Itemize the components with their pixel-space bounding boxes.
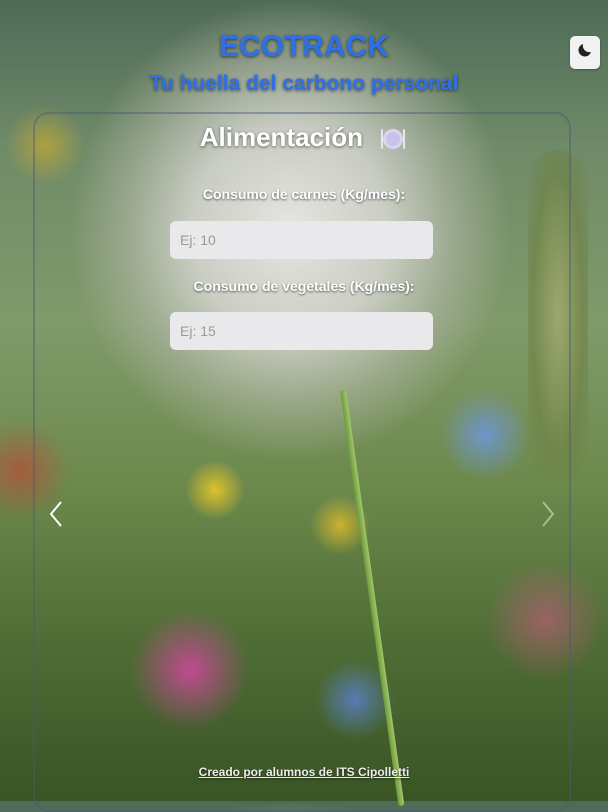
form-card	[33, 112, 571, 812]
carousel-next-button[interactable]	[540, 500, 556, 528]
app-title: ECOTRACK	[219, 30, 389, 63]
vegetables-input[interactable]	[170, 312, 433, 350]
section-title: Alimentación	[0, 122, 608, 154]
theme-toggle-button[interactable]	[570, 36, 600, 69]
moon-icon	[576, 41, 594, 64]
app-subtitle: Tu huella del carbono personal	[149, 72, 459, 95]
app-header: ECOTRACK Tu huella del carbono personal	[0, 30, 608, 96]
chevron-right-icon	[540, 501, 556, 532]
vegetables-label: Consumo de vegetales (Kg/mes):	[193, 278, 415, 294]
chevron-left-icon	[48, 501, 64, 532]
meat-label: Consumo de carnes (Kg/mes):	[202, 186, 406, 202]
meat-input[interactable]	[170, 221, 433, 259]
carousel-prev-button[interactable]	[48, 500, 64, 528]
section-title-text: Alimentación	[199, 122, 363, 152]
footer-credit-link[interactable]: Creado por alumnos de ITS Cipolletti	[0, 765, 608, 779]
plate-icon	[378, 124, 408, 154]
